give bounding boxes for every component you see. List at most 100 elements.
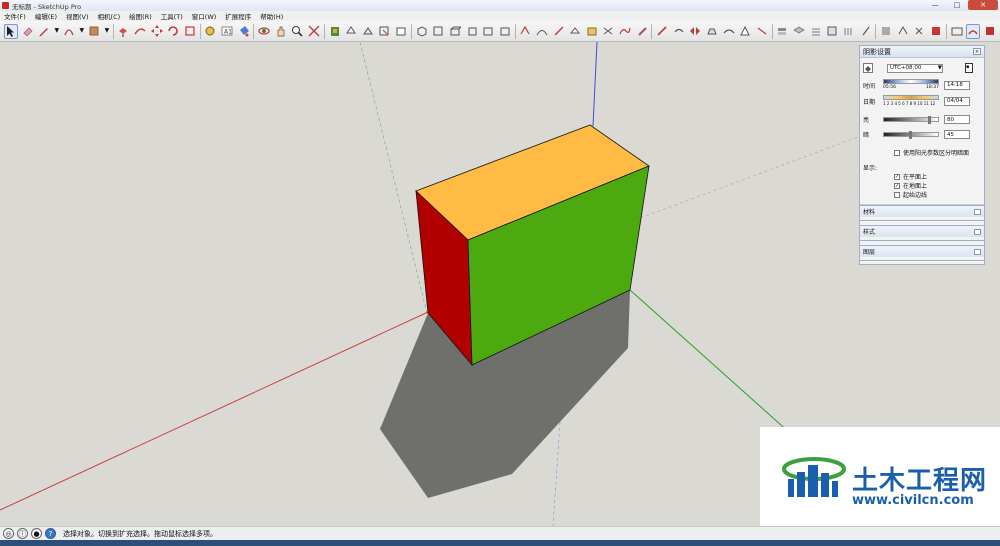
interact-icon[interactable]	[913, 24, 927, 39]
follow-me-icon[interactable]	[133, 24, 147, 39]
tray-close-icon[interactable]: ×	[973, 48, 981, 55]
shadow-toggle-icon[interactable]	[863, 63, 873, 73]
close-button[interactable]: ✕	[968, 0, 998, 10]
from-edges-checkbox[interactable]	[894, 191, 900, 198]
pencil-icon[interactable]	[37, 24, 51, 39]
sandbox-icon[interactable]	[378, 24, 392, 39]
tray-pin-icon[interactable]: ▪	[965, 63, 973, 73]
shaded-icon[interactable]	[568, 24, 582, 39]
pen-icon[interactable]	[635, 24, 649, 39]
maximize-button[interactable]: □	[946, 0, 968, 10]
flip-edge-icon[interactable]	[755, 24, 769, 39]
dark-slider[interactable]	[883, 131, 939, 139]
smoothing-icon[interactable]	[672, 24, 686, 39]
shadows-icon[interactable]	[792, 24, 806, 39]
left-view-icon[interactable]	[498, 24, 512, 39]
pan-icon[interactable]	[274, 24, 288, 39]
materials-panel[interactable]: 材料	[859, 205, 985, 221]
tray-header: 阴影设置 ×	[860, 46, 984, 58]
dropdown-icon[interactable]: ▼	[54, 24, 59, 39]
instructor-icon[interactable]: ?	[45, 528, 56, 539]
front-view-icon[interactable]	[448, 24, 462, 39]
top-view-icon[interactable]	[431, 24, 445, 39]
menu-camera[interactable]: 相机(C)	[98, 11, 121, 21]
extension-manager-icon[interactable]	[983, 24, 997, 39]
ruby-console-icon[interactable]	[842, 24, 856, 39]
zoom-icon[interactable]	[291, 24, 305, 39]
select-icon[interactable]	[4, 23, 18, 39]
textured-icon[interactable]	[585, 24, 599, 39]
layer-icon[interactable]	[776, 24, 790, 39]
timezone-select[interactable]: UTC+08:00 ▼	[887, 63, 943, 73]
dropdown-icon[interactable]: ▼	[104, 24, 110, 39]
add-detail-icon[interactable]	[739, 24, 753, 39]
extension-warehouse-icon[interactable]	[826, 24, 840, 39]
paint-bucket-icon[interactable]	[237, 24, 251, 39]
layers-expand-icon[interactable]	[974, 248, 981, 255]
time-slider[interactable]: 05:56 18:37	[883, 79, 939, 91]
fog-icon[interactable]	[809, 24, 823, 39]
menu-file[interactable]: 文件(F)	[4, 11, 26, 21]
model-info-icon[interactable]	[859, 24, 873, 39]
light-slider[interactable]	[883, 116, 939, 124]
dynamic-component-icon[interactable]	[896, 24, 910, 39]
eraser-icon[interactable]	[21, 24, 35, 39]
styles-icon[interactable]	[361, 24, 375, 39]
menu-window[interactable]: 窗口(W)	[192, 11, 217, 21]
components-icon[interactable]	[344, 24, 358, 39]
sketchup-3d-icon[interactable]	[929, 24, 943, 39]
menu-edit[interactable]: 编辑(E)	[35, 11, 57, 21]
scale-icon[interactable]	[183, 24, 197, 39]
geo-location-icon[interactable]: ◎	[3, 528, 14, 539]
warehouse-icon[interactable]	[950, 24, 964, 39]
time-input[interactable]: 14:18	[944, 80, 970, 90]
styles-panel[interactable]: 样式	[859, 225, 985, 241]
back-view-icon[interactable]	[481, 24, 495, 39]
dropdown-icon[interactable]: ▼	[79, 24, 85, 39]
shadow-settings-icon[interactable]	[966, 23, 981, 39]
hidden-line-icon[interactable]	[552, 24, 566, 39]
stamp-icon[interactable]	[705, 24, 719, 39]
component-options-icon[interactable]	[879, 24, 893, 39]
line-icon[interactable]	[655, 24, 669, 39]
tape-measure-icon[interactable]	[204, 24, 218, 39]
credits-icon[interactable]: ⓘ	[17, 528, 28, 539]
wireframe-icon[interactable]	[535, 24, 549, 39]
on-faces-checkbox[interactable]: ✓	[894, 173, 900, 180]
use-sun-checkbox[interactable]	[894, 149, 900, 156]
orbit-icon[interactable]	[257, 24, 271, 39]
section-icon[interactable]	[394, 24, 408, 39]
text-icon[interactable]: A1	[220, 24, 234, 39]
rotate-icon[interactable]	[166, 24, 180, 39]
flip-icon[interactable]	[689, 24, 703, 39]
curve-icon[interactable]	[618, 24, 632, 39]
arc-icon[interactable]	[63, 24, 77, 39]
zoom-extents-icon[interactable]	[307, 24, 321, 39]
menu-tools[interactable]: 工具(T)	[161, 11, 183, 21]
rectangle-icon[interactable]	[88, 24, 102, 39]
menu-draw[interactable]: 绘图(R)	[129, 11, 152, 21]
push-pull-icon[interactable]	[117, 24, 131, 39]
styles-expand-icon[interactable]	[974, 228, 981, 235]
menu-view[interactable]: 视图(V)	[66, 11, 89, 21]
menu-extensions[interactable]: 扩展程序	[225, 11, 251, 21]
date-slider[interactable]: 1 2 3 4 5 6 7 8 9 10 11 12	[883, 95, 939, 107]
iso-view-icon[interactable]	[415, 24, 429, 39]
minimize-button[interactable]: —	[924, 0, 946, 10]
xray-icon[interactable]	[518, 24, 532, 39]
user-icon[interactable]: ●	[31, 528, 42, 539]
right-view-icon[interactable]	[465, 24, 479, 39]
menu-help[interactable]: 帮助(H)	[260, 11, 283, 21]
dark-input[interactable]: 45	[944, 130, 970, 139]
date-input[interactable]: 04/04	[944, 96, 970, 106]
drape-icon[interactable]	[722, 24, 736, 39]
materials-expand-icon[interactable]	[974, 208, 981, 215]
on-ground-checkbox[interactable]: ✓	[894, 182, 900, 189]
move-icon[interactable]	[150, 24, 164, 39]
dark-slider-thumb[interactable]	[909, 131, 912, 139]
light-slider-thumb[interactable]	[928, 116, 931, 124]
light-input[interactable]: 80	[944, 115, 970, 124]
3d-warehouse-icon[interactable]	[328, 24, 342, 39]
layers-panel[interactable]: 图层	[859, 245, 985, 261]
monochrome-icon[interactable]	[602, 24, 616, 39]
